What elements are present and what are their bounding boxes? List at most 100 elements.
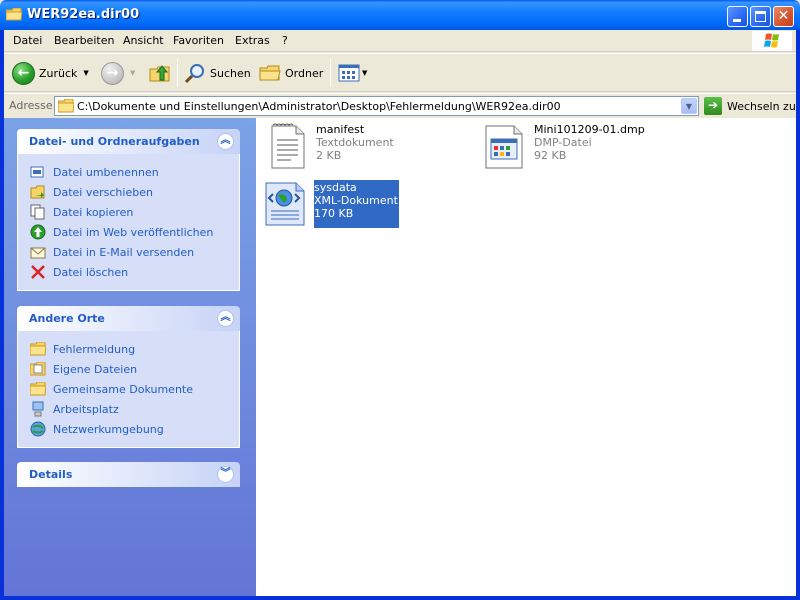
folders-button[interactable]: Ordner bbox=[259, 54, 323, 92]
place-my-documents[interactable]: Eigene Dateien bbox=[30, 359, 239, 379]
file-size: 2 KB bbox=[316, 149, 342, 162]
task-label: Datei verschieben bbox=[53, 185, 153, 199]
place-label: Gemeinsame Dokumente bbox=[53, 382, 193, 396]
panel-title: Details bbox=[29, 468, 73, 481]
search-button[interactable]: Suchen bbox=[184, 54, 251, 92]
task-label: Datei in E-Mail versenden bbox=[53, 245, 195, 259]
window-frame bbox=[0, 30, 4, 600]
file-item-mini-dmp[interactable]: Mini101209-01.dmp DMP-Datei 92 KB bbox=[484, 123, 645, 171]
folder-icon bbox=[58, 99, 74, 113]
task-publish-web[interactable]: Datei im Web veröffentlichen bbox=[30, 222, 239, 242]
other-places-panel: Andere Orte ︽ Fehlermeldung Eigene Datei… bbox=[17, 306, 240, 448]
search-label: Suchen bbox=[210, 66, 251, 80]
file-item-sysdata[interactable]: sysdata XML-Dokument 170 KB bbox=[264, 180, 399, 228]
folder-icon bbox=[30, 341, 46, 357]
file-type: Textdokument bbox=[316, 136, 394, 149]
my-documents-icon bbox=[30, 361, 46, 377]
chevron-up-icon[interactable]: ︽ bbox=[217, 310, 234, 327]
task-label: Datei löschen bbox=[53, 265, 129, 279]
file-name: sysdata bbox=[314, 181, 357, 194]
folder-up-icon bbox=[149, 65, 170, 82]
up-button[interactable] bbox=[149, 54, 171, 92]
file-list: manifest Textdokument 2 KB Mini101209-01… bbox=[256, 118, 796, 596]
chevron-down-icon[interactable]: ▼ bbox=[83, 69, 88, 77]
folders-icon bbox=[259, 65, 281, 81]
file-size: 92 KB bbox=[534, 149, 567, 162]
panel-header[interactable]: Details ︾ bbox=[17, 462, 240, 487]
title-bar[interactable]: WER92ea.dir00 ✕ bbox=[0, 0, 800, 30]
menu-favoriten[interactable]: Favoriten bbox=[173, 34, 224, 47]
place-fehlermeldung[interactable]: Fehlermeldung bbox=[30, 339, 239, 359]
place-my-computer[interactable]: Arbeitsplatz bbox=[30, 399, 239, 419]
task-rename-file[interactable]: Datei umbenennen bbox=[30, 162, 239, 182]
file-type: DMP-Datei bbox=[534, 136, 592, 149]
email-icon bbox=[30, 244, 46, 260]
address-path: C:\Dokumente und Einstellungen\Administr… bbox=[77, 100, 561, 113]
menu-extras[interactable]: Extras bbox=[235, 34, 270, 47]
window-frame bbox=[796, 30, 800, 600]
chevron-down-icon[interactable]: ▼ bbox=[362, 69, 367, 77]
file-text: sysdata XML-Dokument 170 KB bbox=[314, 180, 399, 228]
file-name: Mini101209-01.dmp bbox=[534, 123, 645, 136]
details-panel: Details ︾ bbox=[17, 462, 240, 487]
rename-icon bbox=[30, 164, 46, 180]
menu-help[interactable]: ? bbox=[282, 34, 288, 47]
views-button[interactable]: ▼ bbox=[338, 54, 367, 92]
panel-title: Andere Orte bbox=[29, 312, 105, 325]
file-size: 170 KB bbox=[314, 207, 354, 220]
file-text: Mini101209-01.dmp DMP-Datei 92 KB bbox=[534, 123, 645, 171]
chevron-down-icon[interactable]: ︾ bbox=[217, 466, 234, 483]
place-label: Arbeitsplatz bbox=[53, 402, 119, 416]
file-name: manifest bbox=[316, 123, 365, 136]
file-type: XML-Dokument bbox=[314, 194, 398, 207]
toolbar-separator bbox=[330, 59, 331, 87]
task-label: Datei im Web veröffentlichen bbox=[53, 225, 214, 239]
windows-logo-icon bbox=[752, 31, 792, 51]
place-network[interactable]: Netzwerkumgebung bbox=[30, 419, 239, 439]
folders-label: Ordner bbox=[285, 66, 324, 80]
back-button[interactable]: ← Zurück ▼ bbox=[12, 54, 89, 92]
task-email-file[interactable]: Datei in E-Mail versenden bbox=[30, 242, 239, 262]
address-bar: Adresse C:\Dokumente und Einstellungen\A… bbox=[4, 93, 796, 117]
task-label: Datei umbenennen bbox=[53, 165, 159, 179]
text-document-icon bbox=[271, 123, 305, 169]
chevron-down-icon[interactable]: ▼ bbox=[130, 69, 135, 77]
minimize-button[interactable] bbox=[727, 6, 748, 27]
place-label: Netzwerkumgebung bbox=[53, 422, 164, 436]
go-button[interactable]: ➔ Wechseln zu bbox=[704, 96, 796, 116]
panel-header[interactable]: Andere Orte ︽ bbox=[17, 306, 240, 331]
maximize-button[interactable] bbox=[750, 6, 771, 27]
file-item-manifest[interactable]: manifest Textdokument 2 KB bbox=[266, 123, 394, 171]
toolbar: ← Zurück ▼ → ▼ Suchen Ordner ▼ bbox=[4, 53, 796, 92]
panel-header[interactable]: Datei- und Ordneraufgaben ︽ bbox=[17, 129, 240, 154]
menu-bearbeiten[interactable]: Bearbeiten bbox=[54, 34, 114, 47]
maximize-icon bbox=[755, 11, 766, 22]
panel-body: Datei umbenennen Datei verschieben Datei… bbox=[17, 154, 240, 291]
back-arrow-icon: ← bbox=[12, 61, 35, 85]
folder-icon bbox=[6, 8, 22, 21]
task-copy-file[interactable]: Datei kopieren bbox=[30, 202, 239, 222]
place-label: Fehlermeldung bbox=[53, 342, 136, 356]
shared-documents-icon bbox=[30, 381, 46, 397]
minimize-icon bbox=[733, 19, 741, 22]
explorer-window: WER92ea.dir00 ✕ Datei Bearbeiten Ansicht… bbox=[0, 0, 800, 600]
task-move-file[interactable]: Datei verschieben bbox=[30, 182, 239, 202]
place-label: Eigene Dateien bbox=[53, 362, 138, 376]
place-shared-documents[interactable]: Gemeinsame Dokumente bbox=[30, 379, 239, 399]
file-text: manifest Textdokument 2 KB bbox=[316, 123, 394, 171]
close-icon: ✕ bbox=[777, 8, 790, 24]
file-folder-tasks-panel: Datei- und Ordneraufgaben ︽ Datei umbene… bbox=[17, 129, 240, 291]
menu-bar: Datei Bearbeiten Ansicht Favoriten Extra… bbox=[4, 30, 796, 52]
toolbar-separator bbox=[177, 59, 178, 87]
forward-button[interactable]: → ▼ bbox=[101, 54, 135, 92]
delete-icon bbox=[30, 264, 46, 280]
chevron-down-icon[interactable]: ▼ bbox=[681, 98, 697, 114]
go-label: Wechseln zu bbox=[727, 99, 796, 113]
menu-ansicht[interactable]: Ansicht bbox=[123, 34, 164, 47]
task-delete-file[interactable]: Datei löschen bbox=[30, 262, 239, 282]
chevron-up-icon[interactable]: ︽ bbox=[217, 133, 234, 150]
task-label: Datei kopieren bbox=[53, 205, 134, 219]
close-button[interactable]: ✕ bbox=[773, 6, 794, 27]
address-field[interactable]: C:\Dokumente und Einstellungen\Administr… bbox=[54, 96, 699, 116]
menu-datei[interactable]: Datei bbox=[13, 34, 42, 47]
